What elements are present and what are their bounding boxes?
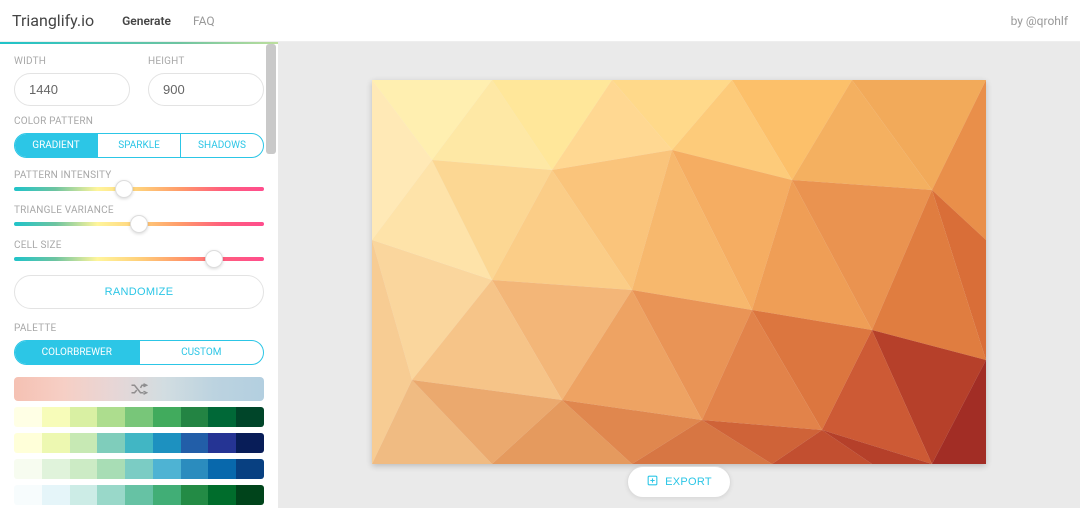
color-pattern-sparkle[interactable]: SPARKLE xyxy=(98,134,181,157)
palette-swatch-row[interactable] xyxy=(14,433,264,453)
palette-tab-colorbrewer[interactable]: COLORBREWER xyxy=(15,341,140,364)
pattern-intensity-label: PATTERN INTENSITY xyxy=(14,170,264,181)
pattern-intensity-slider[interactable] xyxy=(14,187,264,191)
export-label: EXPORT xyxy=(665,476,712,488)
palette-tabs: COLORBREWER CUSTOM xyxy=(14,340,264,365)
cell-size-label: CELL SIZE xyxy=(14,240,264,251)
palette-swatch-list xyxy=(14,407,264,505)
palette-swatch-row[interactable] xyxy=(14,459,264,479)
palette-swatch-row[interactable] xyxy=(14,407,264,427)
palette-swatch-row[interactable] xyxy=(14,485,264,505)
color-pattern-segmented: GRADIENT SPARKLE SHADOWS xyxy=(14,133,264,158)
randomize-button[interactable]: RANDOMIZE xyxy=(14,275,264,309)
sidebar-scrollbar[interactable] xyxy=(266,44,276,154)
export-button[interactable]: EXPORT xyxy=(627,466,731,498)
color-pattern-shadows[interactable]: SHADOWS xyxy=(181,134,263,157)
triangle-preview xyxy=(372,80,986,464)
preview-area: EXPORT xyxy=(278,42,1080,508)
cell-size-thumb[interactable] xyxy=(205,250,223,268)
pattern-intensity-thumb[interactable] xyxy=(115,180,133,198)
export-icon xyxy=(646,474,659,490)
nav-faq[interactable]: FAQ xyxy=(193,14,215,28)
palette-shuffle-button[interactable] xyxy=(14,377,264,401)
palette-tab-custom[interactable]: CUSTOM xyxy=(140,341,264,364)
color-pattern-label: COLOR PATTERN xyxy=(14,116,264,127)
byline-link[interactable]: by @qrohlf xyxy=(1011,14,1068,28)
height-input[interactable] xyxy=(148,73,264,106)
triangle-variance-thumb[interactable] xyxy=(130,215,148,233)
color-pattern-gradient[interactable]: GRADIENT xyxy=(15,134,98,157)
height-label: HEIGHT xyxy=(148,56,264,67)
cell-size-slider[interactable] xyxy=(14,257,264,261)
width-input[interactable] xyxy=(14,73,130,106)
triangle-variance-slider[interactable] xyxy=(14,222,264,226)
controls-sidebar: WIDTH HEIGHT COLOR PATTERN GRADIENT SPAR… xyxy=(0,42,278,508)
nav-generate[interactable]: Generate xyxy=(122,14,171,28)
shuffle-icon xyxy=(130,382,148,396)
width-label: WIDTH xyxy=(14,56,130,67)
top-navbar: Trianglify.io Generate FAQ by @qrohlf xyxy=(0,0,1080,42)
palette-label: PALETTE xyxy=(14,323,264,334)
brand-logo[interactable]: Trianglify.io xyxy=(12,11,94,30)
